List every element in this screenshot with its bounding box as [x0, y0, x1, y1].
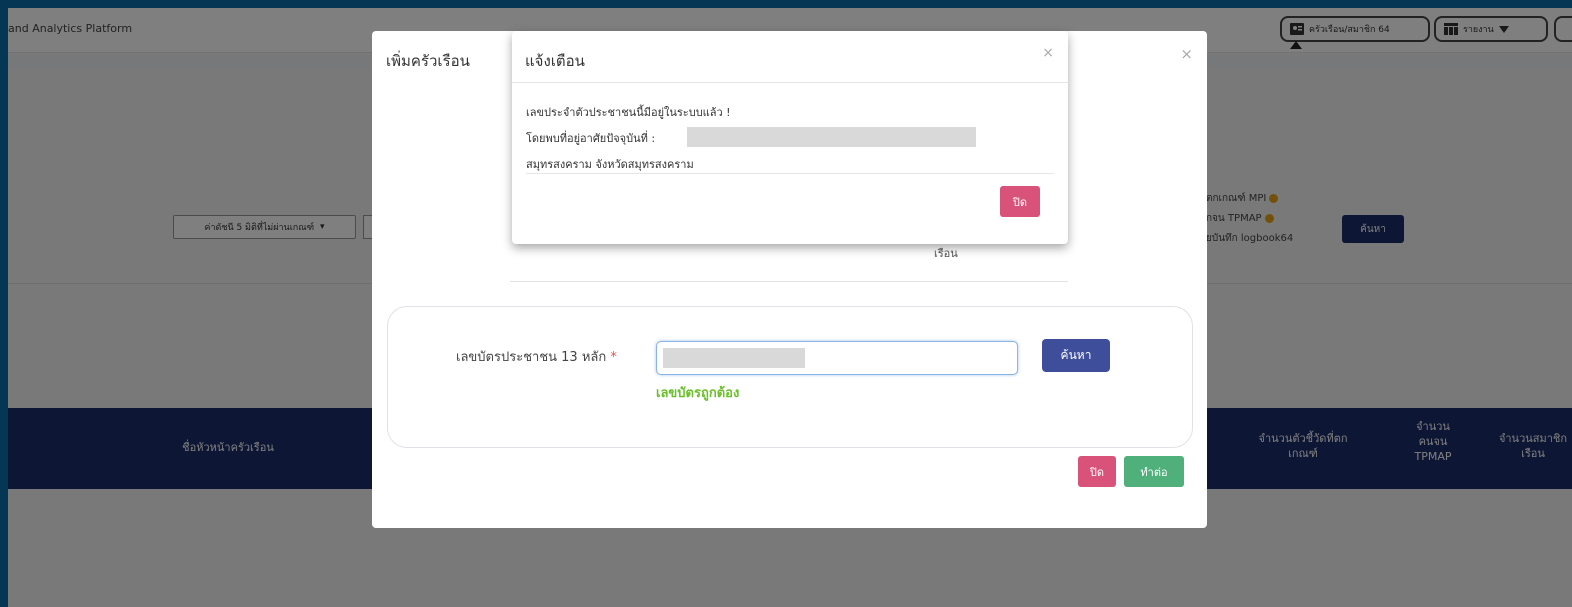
alert-divider	[526, 173, 1054, 174]
redacted-id-value	[663, 348, 805, 368]
modal-close-icon[interactable]: ×	[1180, 45, 1193, 63]
alert-title: แจ้งเตือน	[525, 52, 585, 70]
modal-title: เพิ่มครัวเรือน	[386, 52, 470, 70]
required-mark: *	[610, 350, 617, 365]
alert-close-button[interactable]: ปิด	[1000, 186, 1040, 217]
modal-close-button[interactable]: ปิด	[1078, 456, 1116, 487]
alert-message-line2: โดยพบที่อยู่อาศัยปัจจุบันที่ :	[526, 132, 656, 145]
alert-header-divider	[512, 82, 1068, 83]
id-number-input[interactable]	[656, 341, 1018, 375]
id-number-label: เลขบัตรประชาชน 13 หลัก *	[456, 346, 617, 367]
alert-close-icon[interactable]: ×	[1042, 45, 1054, 61]
validation-message: เลขบัตรถูกต้อง	[656, 386, 740, 401]
modal-faded-text: เรือน	[934, 247, 958, 260]
redacted-address	[687, 127, 976, 147]
continue-button[interactable]: ทำต่อ	[1124, 456, 1184, 487]
id-number-label-text: เลขบัตรประชาชน 13 หลัก	[456, 350, 607, 365]
alert-dialog: แจ้งเตือน × เลขประจำตัวประชาชนนี้มีอยู่ใ…	[512, 31, 1068, 244]
id-search-card: เลขบัตรประชาชน 13 หลัก * ค้นหา เลขบัตรถู…	[387, 306, 1193, 448]
alert-message-line1: เลขประจำตัวประชาชนนี้มีอยู่ในระบบแล้ว !	[526, 106, 731, 119]
alert-message-line3: สมุทรสงคราม จังหวัดสมุทรสงคราม	[526, 158, 694, 171]
modal-divider	[510, 281, 1068, 282]
id-search-button[interactable]: ค้นหา	[1042, 339, 1110, 372]
